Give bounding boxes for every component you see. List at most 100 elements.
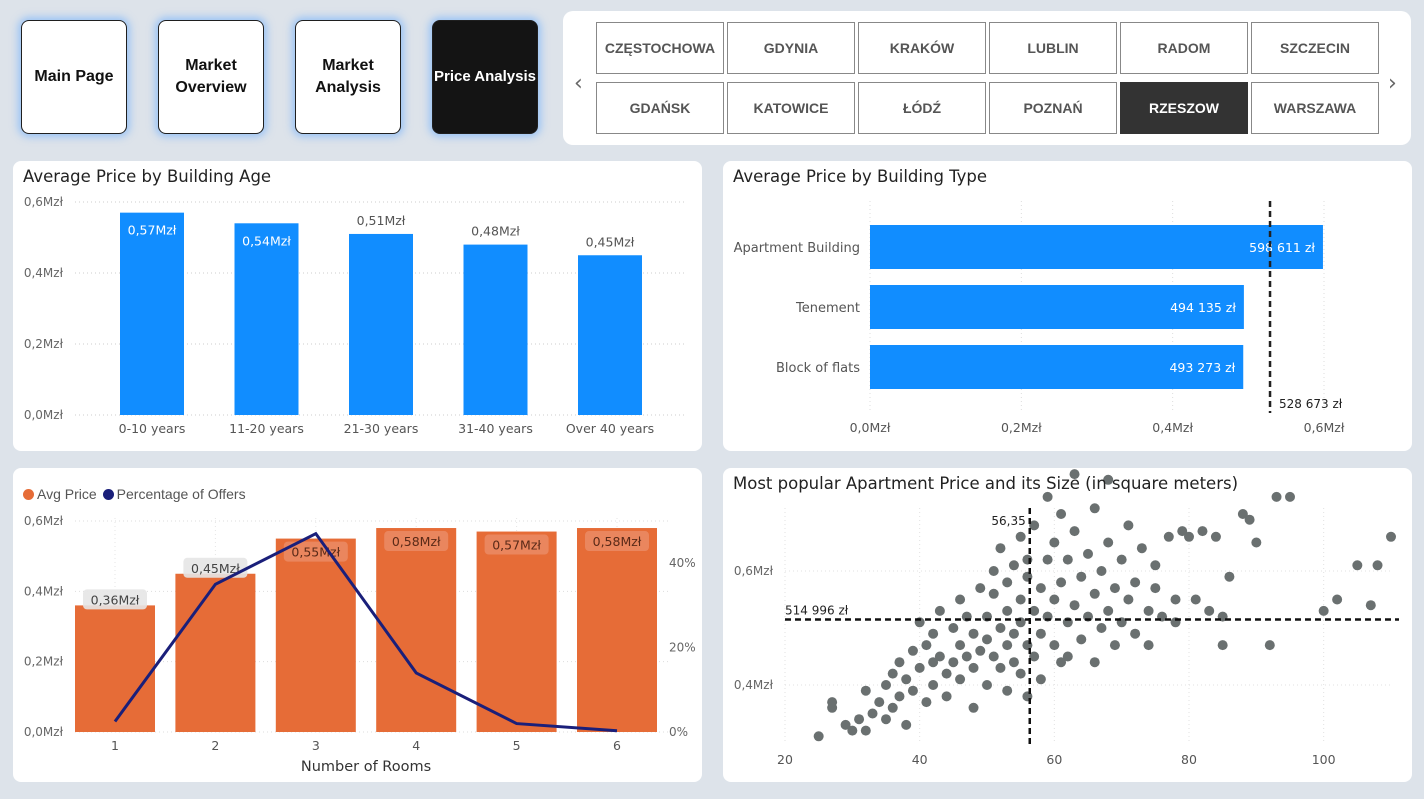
reference-x-label: 56,35 bbox=[991, 514, 1025, 528]
bar bbox=[463, 244, 528, 415]
scatter-point bbox=[914, 662, 925, 673]
reference-line-label: 528 673 zł bbox=[1279, 397, 1343, 411]
scatter-point bbox=[1042, 491, 1053, 502]
x-tick-label: 0,0Mzł bbox=[850, 420, 891, 435]
scatter-point bbox=[1352, 560, 1363, 571]
legend-item-percentage[interactable]: Percentage of Offers bbox=[102, 486, 246, 502]
city-button[interactable]: GDAŃSK bbox=[596, 82, 724, 134]
city-button[interactable]: KATOWICE bbox=[727, 82, 855, 134]
nav-market-analysis-button[interactable]: Market Analysis bbox=[295, 20, 401, 134]
scatter-point bbox=[1130, 577, 1141, 588]
y-category-label: Apartment Building bbox=[734, 241, 860, 256]
nav-price-analysis-button[interactable]: Price Analysis bbox=[432, 20, 538, 134]
x-tick-label: 5 bbox=[513, 738, 521, 753]
scatter-point bbox=[1056, 577, 1067, 588]
y-tick-label: 0,6Mzł bbox=[24, 195, 64, 209]
x-tick-label: 31-40 years bbox=[458, 421, 533, 436]
city-button[interactable]: KRAKÓW bbox=[858, 22, 986, 74]
city-button[interactable]: ŁÓDŹ bbox=[858, 82, 986, 134]
y-tick-label: 0,4Mzł bbox=[734, 678, 774, 692]
scatter-point bbox=[1015, 668, 1026, 679]
scatter-point bbox=[1103, 537, 1114, 548]
bar bbox=[476, 531, 557, 732]
y-category-label: Tenement bbox=[795, 301, 860, 316]
scatter-point bbox=[1365, 600, 1376, 611]
scatter-point bbox=[1015, 531, 1026, 542]
data-label: 494 135 zł bbox=[1170, 300, 1236, 315]
scatter-point bbox=[968, 662, 979, 673]
scatter-point bbox=[1318, 605, 1329, 616]
scatter-point bbox=[1251, 537, 1262, 548]
chart-panel-building-type: Average Price by Building Type 0,0Mzł 0,2… bbox=[723, 161, 1412, 451]
scatter-point bbox=[1386, 531, 1396, 542]
scatter-point bbox=[941, 691, 952, 702]
city-button[interactable]: POZNAŃ bbox=[989, 82, 1117, 134]
data-label: 0,58Mzł bbox=[593, 534, 642, 549]
scatter-point bbox=[955, 674, 966, 685]
city-button[interactable]: RZESZOW bbox=[1120, 82, 1248, 134]
y-tick-label: 0,4Mzł bbox=[24, 584, 64, 598]
scatter-point bbox=[1002, 640, 1013, 651]
x-tick-label: 3 bbox=[312, 738, 320, 753]
scatter-point bbox=[1210, 531, 1221, 542]
bar bbox=[376, 528, 457, 732]
nav-label: Market Overview bbox=[175, 57, 247, 96]
y-tick-label: 0,2Mzł bbox=[24, 337, 64, 351]
scatter-point bbox=[887, 668, 898, 679]
scatter-point bbox=[1035, 583, 1046, 594]
x-tick-label: 40 bbox=[912, 752, 928, 767]
scatter-point bbox=[1285, 491, 1295, 502]
city-button[interactable]: RADOM bbox=[1120, 22, 1248, 74]
scatter-point bbox=[1150, 583, 1161, 594]
scatter-point bbox=[1015, 594, 1026, 605]
scatter-point bbox=[1123, 594, 1134, 605]
scatter-point bbox=[934, 605, 945, 616]
y-tick-label: 0,0Mzł bbox=[24, 408, 64, 422]
bar bbox=[578, 255, 642, 415]
scatter-point bbox=[881, 680, 891, 690]
scatter-point bbox=[887, 702, 898, 713]
bar bbox=[120, 212, 184, 415]
y2-tick-label: 40% bbox=[669, 556, 696, 570]
y-category-label: Block of flats bbox=[776, 361, 860, 376]
city-button[interactable]: WARSZAWA bbox=[1251, 82, 1379, 134]
scatter-point bbox=[894, 691, 905, 702]
scatter-point bbox=[1143, 605, 1154, 616]
nav-market-overview-button[interactable]: Market Overview bbox=[158, 20, 264, 134]
scatter-point bbox=[1002, 605, 1013, 616]
city-slicer: ‹ › CZĘSTOCHOWA GDYNIA KRAKÓW LUBLIN RADOM SZ… bbox=[563, 11, 1411, 145]
data-label: 493 273 zł bbox=[1169, 360, 1235, 375]
nav-main-page-button[interactable]: Main Page bbox=[21, 20, 127, 134]
x-tick-label: 20 bbox=[777, 752, 793, 767]
city-button[interactable]: SZCZECIN bbox=[1251, 22, 1379, 74]
scatter-point bbox=[1008, 657, 1019, 668]
scatter-point bbox=[1002, 577, 1013, 588]
chevron-left-icon[interactable]: ‹ bbox=[574, 71, 583, 96]
legend-item-avg-price[interactable]: Avg Price bbox=[23, 486, 97, 502]
scatter-point bbox=[928, 628, 939, 639]
bar bbox=[349, 233, 413, 415]
scatter-point bbox=[1150, 560, 1161, 571]
scatter-point bbox=[955, 640, 966, 651]
scatter-point bbox=[961, 651, 972, 662]
scatter-point bbox=[854, 714, 865, 725]
city-button[interactable]: CZĘSTOCHOWA bbox=[596, 22, 724, 74]
scatter-point bbox=[1035, 628, 1046, 639]
scatter-point bbox=[1332, 594, 1343, 605]
scatter-point bbox=[907, 645, 918, 656]
x-axis-title: Number of Rooms bbox=[301, 759, 431, 775]
chart-panel-building-age: Average Price by Building Age 0,0Mzł 0,2M… bbox=[13, 161, 702, 451]
chevron-right-icon[interactable]: › bbox=[1388, 71, 1397, 96]
data-label: 0,45Mzł bbox=[586, 234, 635, 249]
city-button[interactable]: GDYNIA bbox=[727, 22, 855, 74]
x-tick-label: 80 bbox=[1181, 752, 1197, 767]
bar bbox=[275, 538, 356, 732]
scatter-point bbox=[982, 634, 992, 645]
data-label: 0,51Mzł bbox=[357, 213, 406, 228]
scatter-point bbox=[995, 662, 1006, 673]
x-tick-label: 0,2Mzł bbox=[1001, 420, 1042, 435]
scatter-point bbox=[860, 685, 871, 696]
y-tick-label: 0,0Mzł bbox=[24, 725, 64, 739]
city-button[interactable]: LUBLIN bbox=[989, 22, 1117, 74]
nav-label: Main Page bbox=[34, 68, 114, 85]
